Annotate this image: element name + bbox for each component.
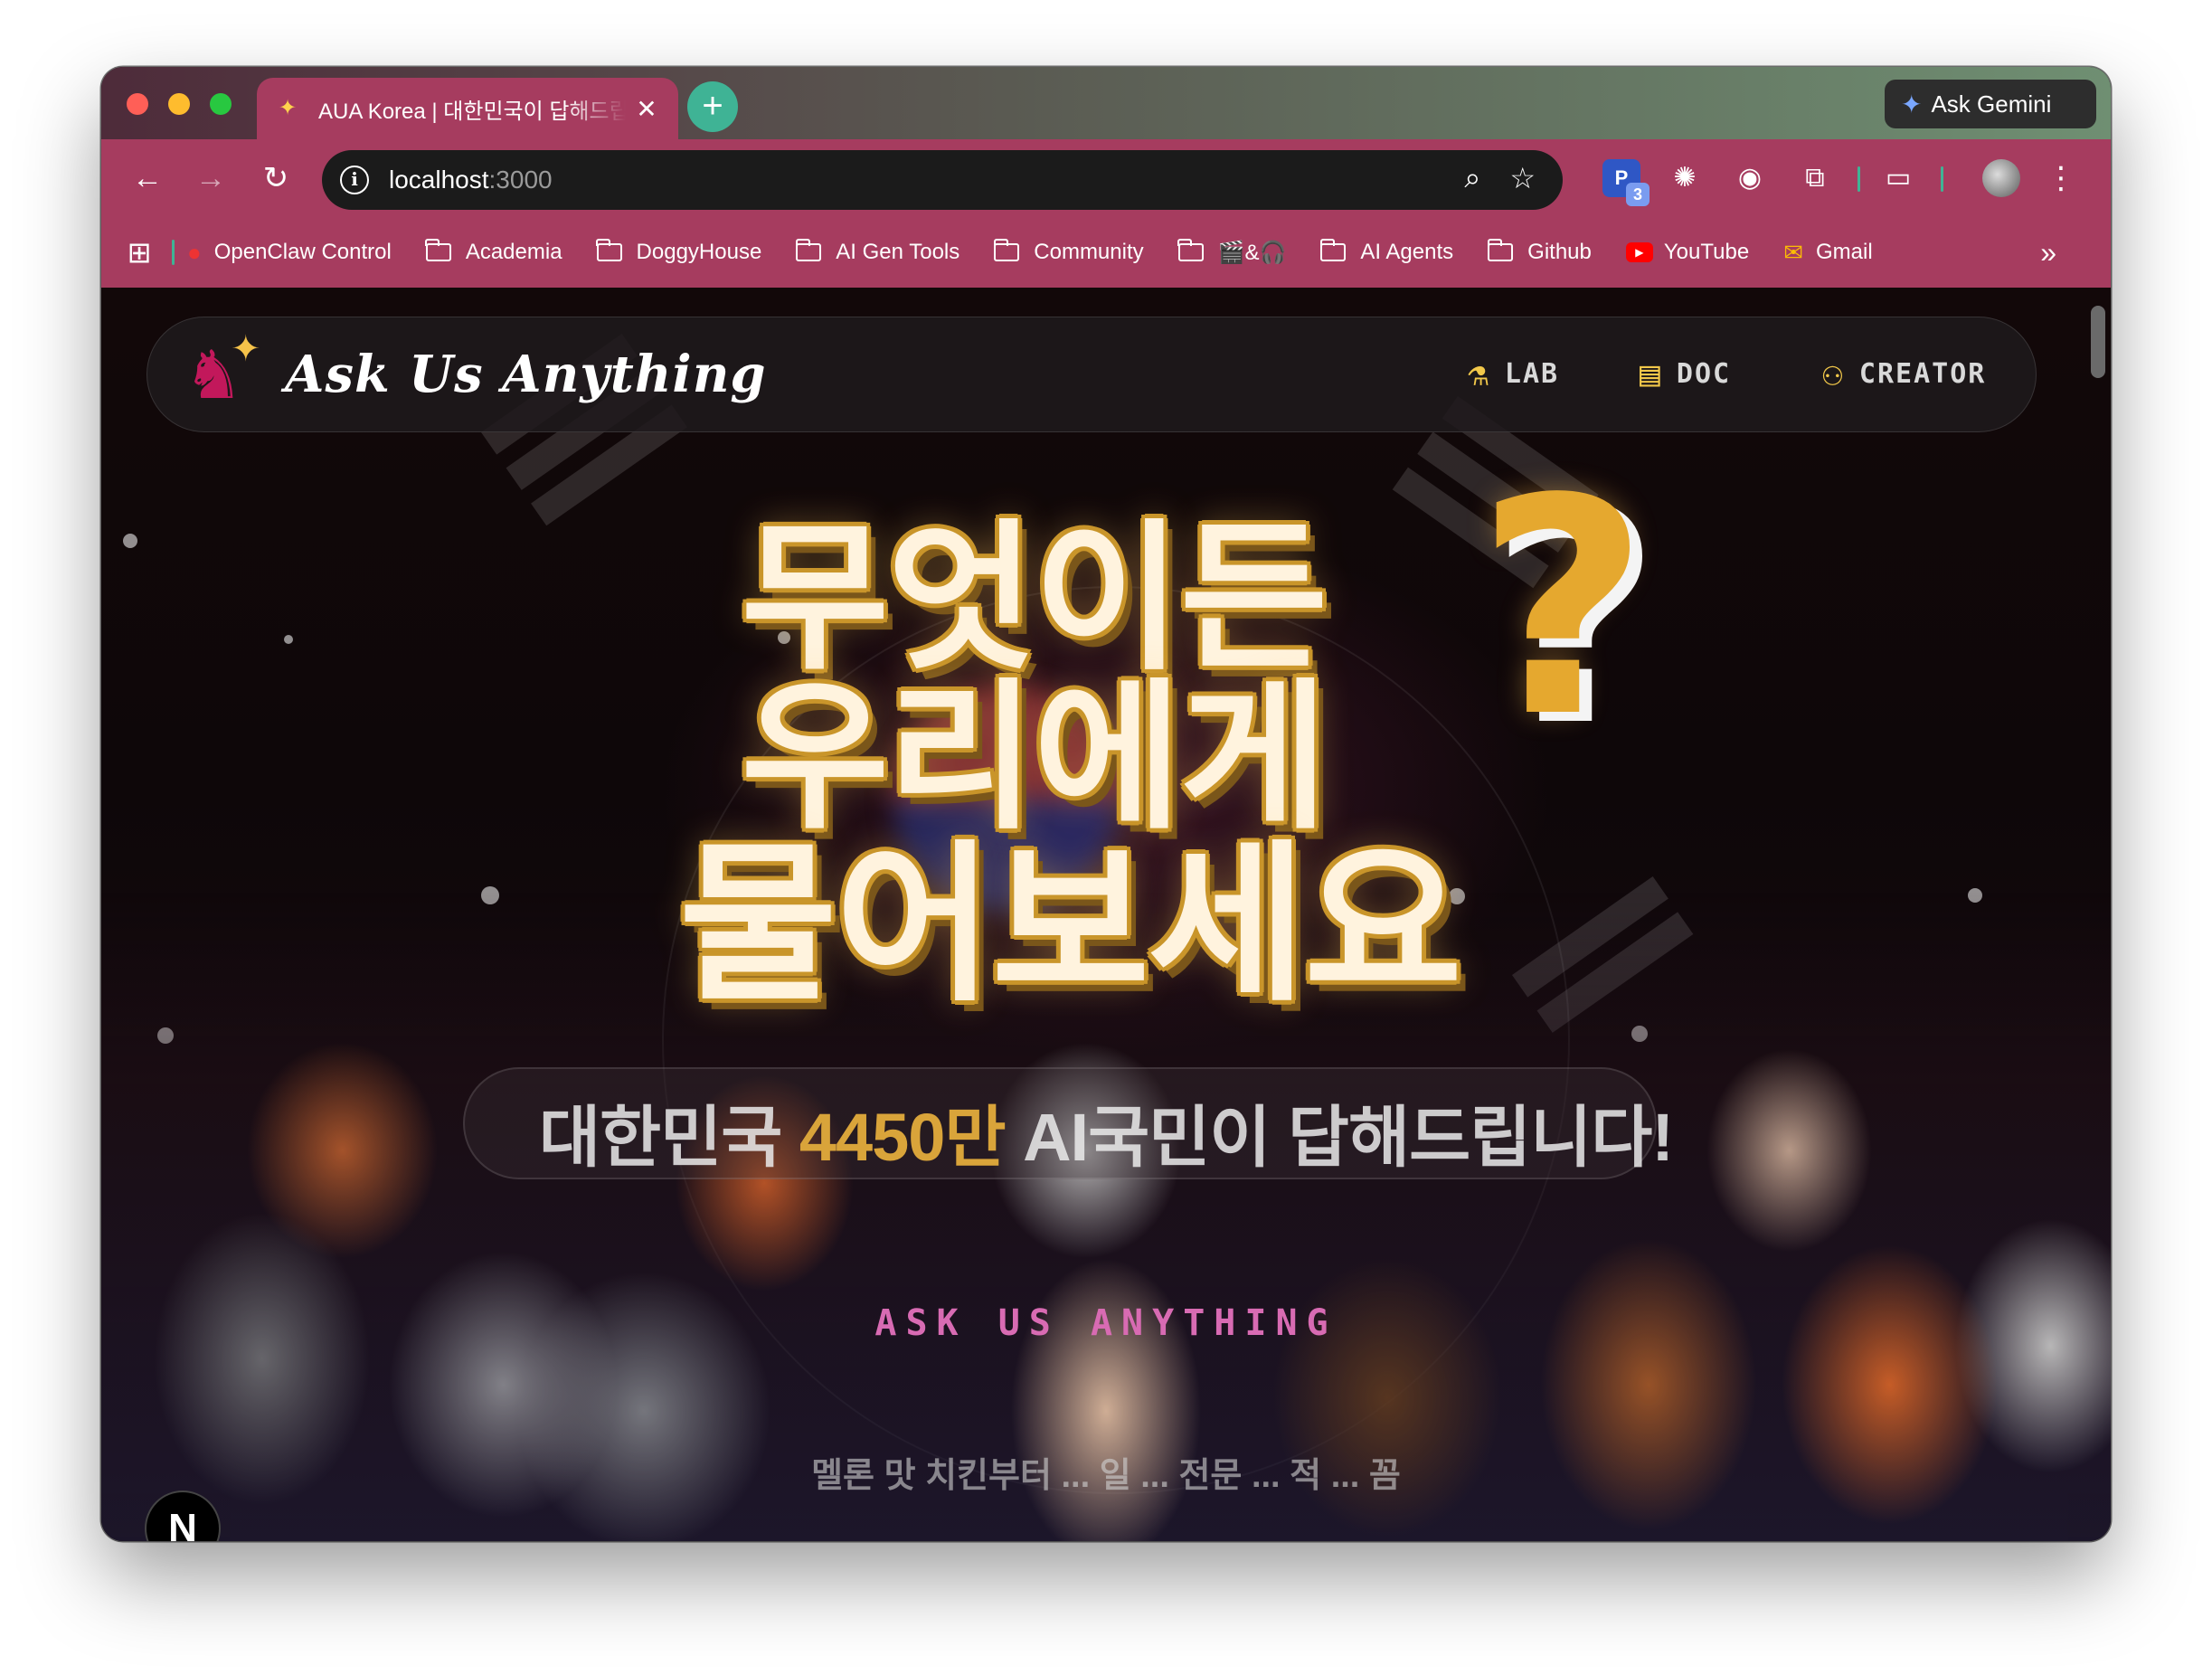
user-icon: ⚇ <box>1822 354 1845 393</box>
bookmark-folder-github[interactable]: Github <box>1487 239 1592 265</box>
chatgpt-extension-icon[interactable]: ✺ <box>1666 159 1704 197</box>
apps-grid-icon[interactable]: ⊞ <box>123 235 156 270</box>
lobster-icon: ● <box>187 238 202 266</box>
page-viewport: ♞ ✦ Ask Us Anything ⚗ LAB ▤ DOC ⚇ CREATO… <box>101 288 2111 1541</box>
bookmark-folder-academia[interactable]: Academia <box>425 239 562 265</box>
document-icon: ▤ <box>1640 354 1662 393</box>
url-text[interactable]: localhost:3000 <box>389 166 553 194</box>
bookmarks-divider <box>172 240 175 265</box>
page-scrollbar[interactable] <box>2091 306 2105 378</box>
site-header: ♞ ✦ Ask Us Anything ⚗ LAB ▤ DOC ⚇ CREATO… <box>147 317 2037 432</box>
toolbar-divider <box>1941 166 1943 192</box>
bookmark-gmail[interactable]: ✉ Gmail <box>1783 239 1872 267</box>
bookmark-folder-community[interactable]: Community <box>993 239 1144 265</box>
nav-doc-link[interactable]: ▤ DOC <box>1640 354 1731 393</box>
hero-subtitle: 대한민국 4450만 AI국민이 답해드립니다! <box>538 1100 1674 1175</box>
bookmark-youtube[interactable]: ▶ YouTube <box>1625 240 1749 265</box>
hero-title-line-3: 물어보세요 <box>678 825 1462 1025</box>
bookmarks-bar: ⊞ ● OpenClaw Control Academia DoggyHouse… <box>101 217 2111 289</box>
hero-tagline: ASK US ANYTHING <box>874 1302 1338 1344</box>
ask-gemini-label: Ask Gemini <box>1931 90 2052 118</box>
site-logo-text[interactable]: Ask Us Anything <box>285 345 767 404</box>
close-window-button[interactable] <box>127 93 148 115</box>
youtube-icon: ▶ <box>1625 242 1653 262</box>
tab-search-icon[interactable]: ▭ <box>1879 159 1917 197</box>
folder-icon <box>425 239 451 261</box>
extension-p-icon[interactable]: P 3 <box>1602 159 1650 206</box>
tab-close-icon[interactable]: ✕ <box>633 94 660 124</box>
minimize-window-button[interactable] <box>168 93 190 115</box>
folder-icon <box>1177 239 1204 261</box>
bookmark-openclaw-control[interactable]: ● OpenClaw Control <box>187 239 392 267</box>
reload-icon[interactable]: ↻ <box>253 156 298 201</box>
ask-gemini-button[interactable]: ✦ Ask Gemini <box>1885 80 2096 128</box>
site-info-icon[interactable]: i <box>340 166 369 194</box>
toolbar-divider <box>1858 166 1860 192</box>
bookmark-folder-doggyhouse[interactable]: DoggyHouse <box>596 239 761 265</box>
folder-icon <box>1487 239 1514 261</box>
sparkle-icon: ✦ <box>231 329 261 369</box>
folder-icon <box>596 239 622 261</box>
bookmark-star-icon[interactable]: ☆ <box>1509 161 1536 195</box>
gmail-icon: ✉ <box>1783 238 1803 266</box>
bookmark-folder-ai-gen-tools[interactable]: AI Gen Tools <box>795 239 959 265</box>
folder-icon <box>1319 239 1347 261</box>
tab-title: AUA Korea | 대한민국이 답해드립 <box>318 99 626 124</box>
more-bookmarks-chevron-icon[interactable]: » <box>2040 236 2056 270</box>
profile-avatar[interactable] <box>1982 159 2020 197</box>
forward-arrow-icon[interactable]: → <box>188 156 233 201</box>
population-highlight: 4450만 <box>799 1100 1007 1175</box>
folder-icon <box>795 239 822 261</box>
browser-toolbar: ← → ↻ i localhost:3000 ⌕ ☆ P 3 ✺ ◉ ⧉ ▭ ⋮ <box>101 139 2111 217</box>
nav-lab-link[interactable]: ⚗ LAB <box>1468 354 1559 393</box>
folder-icon <box>993 239 1020 261</box>
camera-extension-icon[interactable]: ◉ <box>1731 159 1769 197</box>
back-arrow-icon[interactable]: ← <box>125 156 170 201</box>
browser-tab-active[interactable]: ✦ AUA Korea | 대한민국이 답해드립 ✕ <box>257 78 678 139</box>
bookmark-folder-media[interactable]: 🎬&🎧 <box>1177 239 1286 266</box>
address-bar[interactable]: i localhost:3000 ⌕ ☆ <box>322 150 1563 210</box>
flask-icon: ⚗ <box>1468 354 1490 393</box>
title-bar: ✦ AUA Korea | 대한민국이 답해드립 ✕ + ✦ Ask Gemin… <box>101 67 2111 139</box>
gemini-sparkle-icon: ✦ <box>1901 90 1923 118</box>
puzzle-extensions-icon[interactable]: ⧉ <box>1796 159 1834 197</box>
browser-window: ✦ AUA Korea | 대한민국이 답해드립 ✕ + ✦ Ask Gemin… <box>101 67 2111 1541</box>
hero-description: 멜론 맛 치킨부터 ... 일 ... 전문 ... 적 ... 꼼 <box>811 1457 1401 1495</box>
maximize-window-button[interactable] <box>210 93 232 115</box>
extension-count-badge: 3 <box>1626 183 1650 206</box>
pixel-question-mark: ? <box>1476 435 1650 782</box>
kangaroo-favicon-icon: ✦ <box>279 96 298 120</box>
bookmark-folder-ai-agents[interactable]: AI Agents <box>1319 239 1453 265</box>
nav-creator-link[interactable]: ⚇ CREATOR <box>1822 354 1986 393</box>
zoom-icon[interactable]: ⌕ <box>1464 161 1480 195</box>
new-tab-button[interactable]: + <box>687 81 738 132</box>
browser-menu-icon[interactable]: ⋮ <box>2046 156 2076 201</box>
